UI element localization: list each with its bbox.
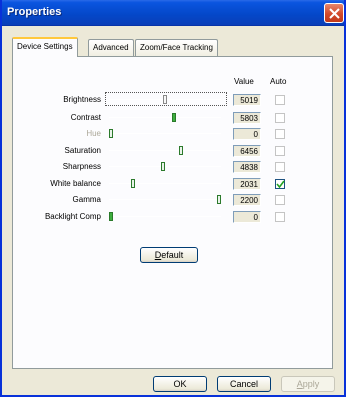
backlight-comp-label-box: Backlight Comp: [1, 212, 101, 222]
saturation-value: 6456: [233, 145, 261, 157]
backlight-comp-label: Backlight Comp: [44, 212, 101, 221]
sharpness-value: 4838: [233, 161, 261, 173]
sharpness-label-box: Sharpness: [1, 162, 101, 172]
contrast-slider-thumb[interactable]: [172, 113, 176, 122]
hue-slider-thumb: [109, 129, 113, 138]
contrast-slider-track[interactable]: [109, 117, 221, 118]
white-balance-label: White balance: [50, 179, 101, 188]
device-settings-panel: Value Auto Brightness 5019 Contrast 5803 Hue…: [12, 56, 333, 369]
tab-advanced[interactable]: Advanced: [88, 39, 134, 56]
checkmark-icon: [276, 180, 285, 189]
hue-label-box: Hue: [1, 129, 101, 139]
white-balance-label-box: White balance: [1, 179, 101, 189]
brightness-label-box: Brightness: [1, 95, 101, 105]
auto-column-header: Auto: [270, 77, 287, 86]
white-balance-slider-thumb[interactable]: [131, 179, 135, 188]
contrast-auto-checkbox[interactable]: [275, 113, 285, 123]
title-bar[interactable]: Properties: [2, 0, 344, 26]
brightness-label: Brightness: [63, 95, 101, 104]
gamma-value: 2200: [233, 194, 261, 206]
sharpness-slider-thumb[interactable]: [161, 162, 165, 171]
default-button-label: efault: [161, 250, 184, 260]
tab-zoom-face-tracking[interactable]: Zoom/Face Tracking: [135, 39, 218, 56]
saturation-slider-track[interactable]: [109, 150, 221, 151]
hue-auto-checkbox[interactable]: [275, 129, 285, 139]
contrast-value: 5803: [233, 112, 261, 124]
hue-value: 0: [233, 128, 261, 140]
saturation-label-box: Saturation: [1, 146, 101, 156]
brightness-slider-thumb[interactable]: [163, 95, 167, 104]
cancel-button[interactable]: Cancel: [217, 376, 271, 392]
sharpness-label: Sharpness: [62, 162, 101, 171]
value-column-header: Value: [234, 77, 254, 86]
window-title: Properties: [7, 6, 62, 18]
backlight-comp-auto-checkbox[interactable]: [275, 212, 285, 222]
backlight-comp-slider-thumb[interactable]: [109, 212, 113, 221]
gamma-label-box: Gamma: [1, 195, 101, 205]
tab-device-settings[interactable]: Device Settings: [12, 37, 78, 57]
white-balance-value: 2031: [233, 178, 261, 190]
contrast-label-box: Contrast: [1, 113, 101, 123]
contrast-label: Contrast: [70, 113, 101, 122]
white-balance-auto-checkbox[interactable]: [275, 179, 285, 189]
saturation-auto-checkbox[interactable]: [275, 146, 285, 156]
default-button[interactable]: Default: [140, 247, 198, 263]
close-button[interactable]: [324, 3, 344, 23]
backlight-comp-slider-track[interactable]: [109, 216, 221, 217]
close-icon: [329, 8, 340, 19]
backlight-comp-value: 0: [233, 211, 261, 223]
hue-slider-track[interactable]: [109, 133, 221, 134]
ok-button[interactable]: OK: [153, 376, 207, 392]
saturation-slider-thumb[interactable]: [179, 146, 183, 155]
apply-button-label: pply: [302, 379, 320, 389]
hue-label: Hue: [86, 129, 101, 138]
white-balance-slider-track[interactable]: [109, 183, 221, 184]
gamma-slider-thumb[interactable]: [217, 195, 221, 204]
sharpness-slider-track[interactable]: [109, 166, 221, 167]
gamma-auto-checkbox[interactable]: [275, 195, 285, 205]
sharpness-auto-checkbox[interactable]: [275, 162, 285, 172]
properties-dialog: Properties Device Settings Advanced Zoom…: [0, 0, 346, 397]
gamma-slider-track[interactable]: [109, 199, 221, 200]
gamma-label: Gamma: [72, 195, 101, 204]
saturation-label: Saturation: [64, 146, 101, 155]
brightness-value: 5019: [233, 94, 261, 106]
apply-button[interactable]: Apply: [281, 376, 335, 392]
brightness-auto-checkbox[interactable]: [275, 95, 285, 105]
